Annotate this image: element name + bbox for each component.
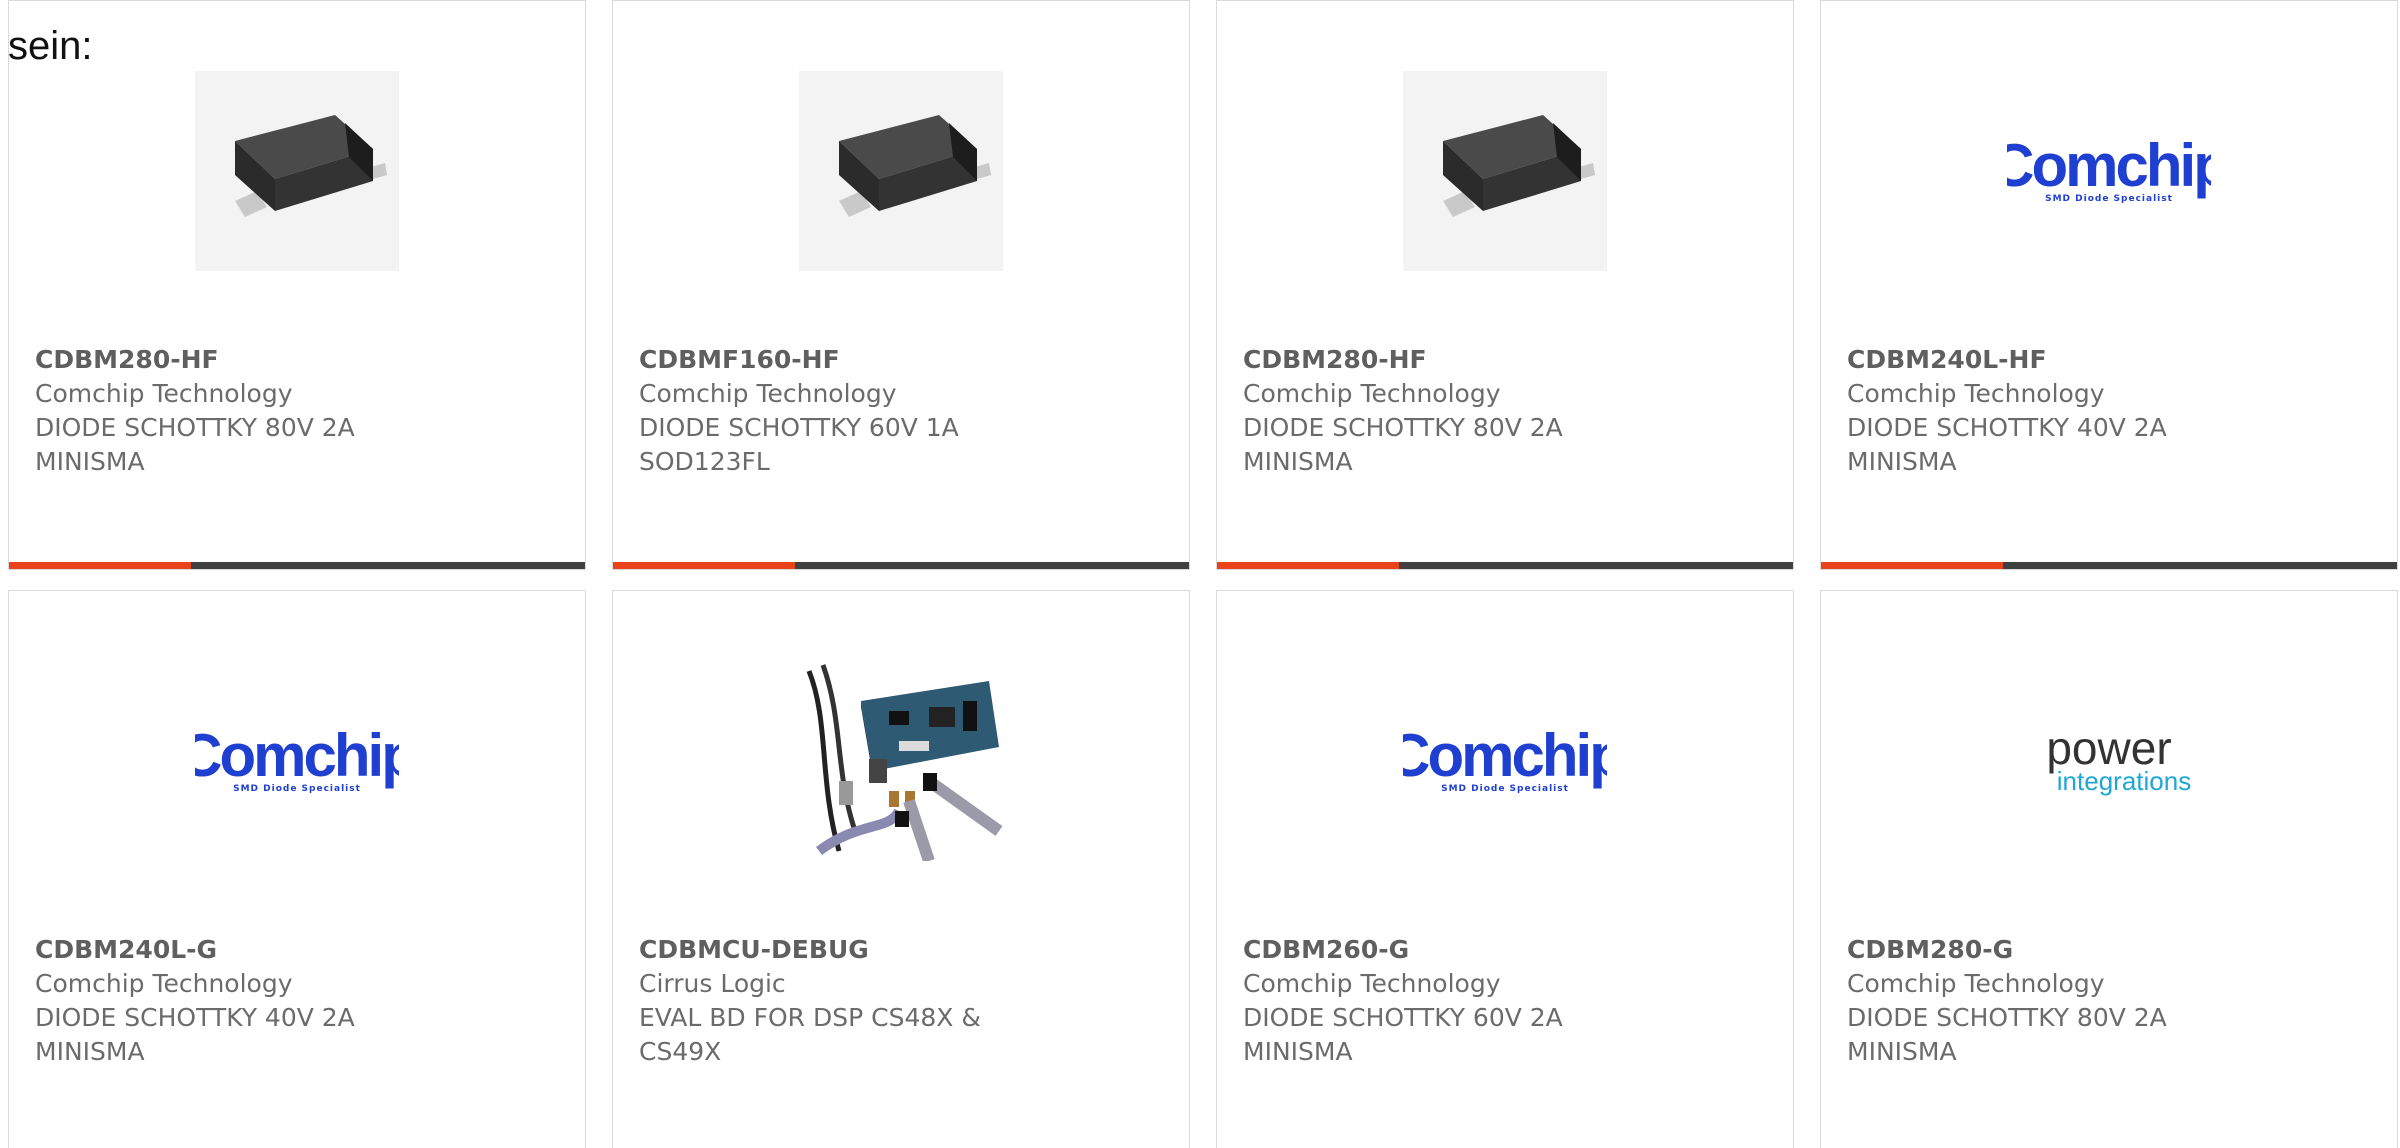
smd-diode-icon	[195, 71, 399, 271]
part-number[interactable]: CDBM260-G	[1243, 933, 1763, 967]
manufacturer: Comchip Technology	[1847, 969, 2105, 998]
logo-subtext: SMD Diode Specialist	[2045, 194, 2173, 204]
description: DIODE SCHOTTKY 60V 1A SOD123FL	[639, 413, 959, 476]
description: EVAL BD FOR DSP CS48X & CS49X	[639, 1003, 981, 1066]
manufacturer: Comchip Technology	[1243, 379, 1501, 408]
description: DIODE SCHOTTKY 80V 2A MINISMA	[1847, 1003, 2167, 1066]
logo-text: Comchip	[2007, 132, 2211, 199]
product-image[interactable]: Comchip SMD Diode Specialist	[1403, 661, 1607, 861]
part-number[interactable]: CDBM280-HF	[1243, 343, 1763, 377]
eval-board-icon	[799, 661, 1003, 861]
product-image[interactable]	[799, 71, 1003, 271]
smd-diode-icon	[799, 71, 1003, 271]
product-image[interactable]: Comchip SMD Diode Specialist	[195, 661, 399, 861]
description: DIODE SCHOTTKY 40V 2A MINISMA	[35, 1003, 355, 1066]
product-card[interactable]: Comchip SMD Diode Specialist CDBM240L-G …	[8, 590, 586, 1148]
manufacturer: Comchip Technology	[1847, 379, 2105, 408]
manufacturer: Comchip Technology	[35, 379, 293, 408]
product-card[interactable]: power integrations CDBM280-G Comchip Tec…	[1820, 590, 2398, 1148]
comchip-logo-icon: Comchip SMD Diode Specialist	[2007, 132, 2211, 205]
product-image[interactable]: power integrations	[2007, 661, 2211, 861]
product-card[interactable]: Comchip SMD Diode Specialist CDBM240L-HF…	[1820, 0, 2398, 570]
part-number[interactable]: CDBMCU-DEBUG	[639, 933, 1159, 967]
manufacturer: Comchip Technology	[35, 969, 293, 998]
logo-subtext: SMD Diode Specialist	[233, 784, 361, 794]
power-integrations-logo-icon: power integrations	[2027, 722, 2192, 796]
comchip-logo-icon: Comchip SMD Diode Specialist	[195, 722, 399, 795]
logo-subtext: SMD Diode Specialist	[1441, 784, 1569, 794]
product-image[interactable]: Comchip SMD Diode Specialist	[2007, 71, 2211, 271]
product-card[interactable]: CDBM280-HF Comchip Technology DIODE SCHO…	[8, 0, 586, 570]
logo-text: Comchip	[1403, 722, 1607, 789]
card-accent-bar	[613, 562, 1189, 569]
description: DIODE SCHOTTKY 40V 2A MINISMA	[1847, 413, 2167, 476]
part-number[interactable]: CDBM240L-HF	[1847, 343, 2367, 377]
part-number[interactable]: CDBMF160-HF	[639, 343, 1159, 377]
manufacturer: Cirrus Logic	[639, 969, 786, 998]
logo-subtext: integrations	[2056, 766, 2192, 796]
product-card[interactable]: CDBMF160-HF Comchip Technology DIODE SCH…	[612, 0, 1190, 570]
product-image[interactable]	[1403, 71, 1607, 271]
description: DIODE SCHOTTKY 80V 2A MINISMA	[1243, 413, 1563, 476]
product-card[interactable]: CDBMCU-DEBUG Cirrus Logic EVAL BD FOR DS…	[612, 590, 1190, 1148]
comchip-logo-icon: Comchip SMD Diode Specialist	[1403, 722, 1607, 795]
card-accent-bar	[1217, 562, 1793, 569]
description: DIODE SCHOTTKY 60V 2A MINISMA	[1243, 1003, 1563, 1066]
manufacturer: Comchip Technology	[1243, 969, 1501, 998]
part-number[interactable]: CDBM280-G	[1847, 933, 2367, 967]
product-image[interactable]	[799, 661, 1003, 861]
product-card[interactable]: CDBM280-HF Comchip Technology DIODE SCHO…	[1216, 0, 1794, 570]
description: DIODE SCHOTTKY 80V 2A MINISMA	[35, 413, 355, 476]
product-image[interactable]	[195, 71, 399, 271]
card-accent-bar	[9, 562, 585, 569]
card-accent-bar	[1821, 562, 2397, 569]
logo-text: power	[2046, 722, 2172, 774]
part-number[interactable]: CDBM280-HF	[35, 343, 555, 377]
logo-text: Comchip	[195, 722, 399, 789]
intro-text: sein:	[8, 24, 93, 68]
part-number[interactable]: CDBM240L-G	[35, 933, 555, 967]
smd-diode-icon	[1403, 71, 1607, 271]
product-card[interactable]: Comchip SMD Diode Specialist CDBM260-G C…	[1216, 590, 1794, 1148]
manufacturer: Comchip Technology	[639, 379, 897, 408]
